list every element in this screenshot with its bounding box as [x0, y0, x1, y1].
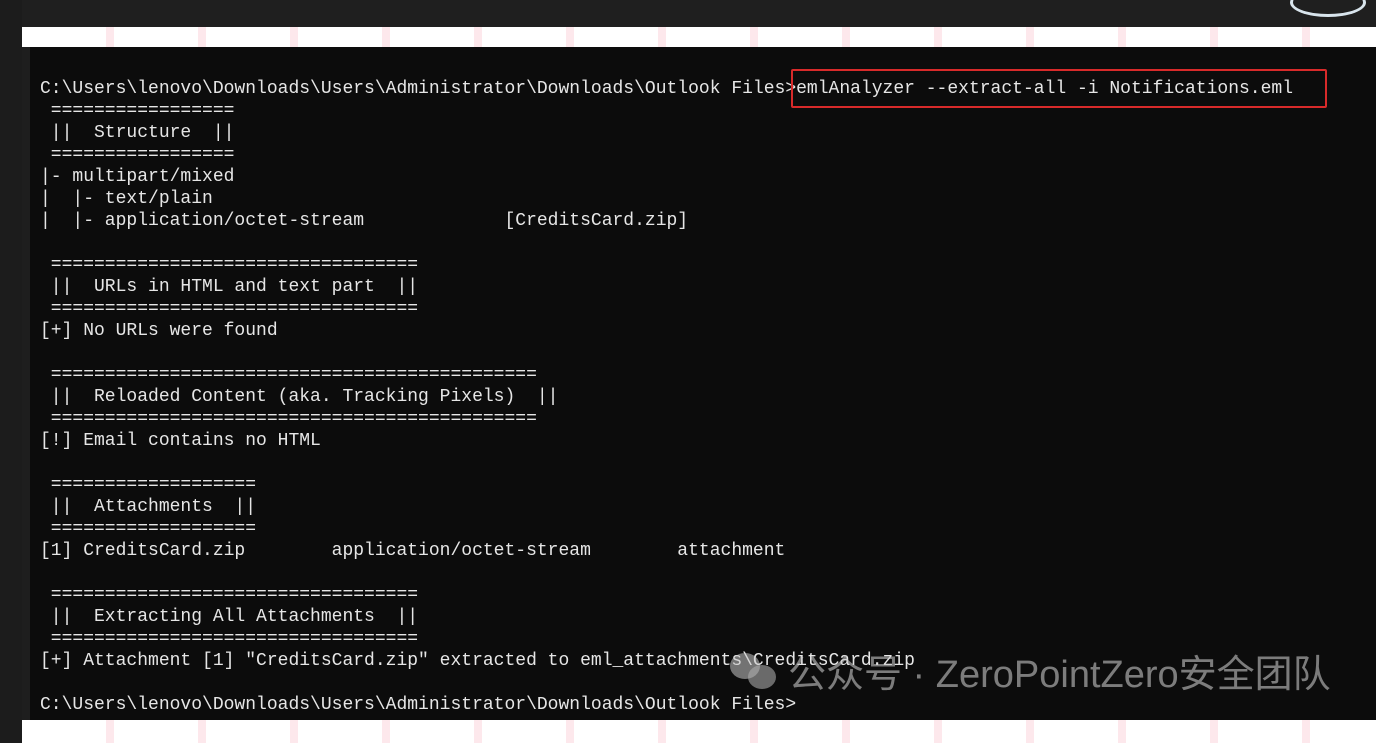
terminal-line: || Reloaded Content (aka. Tracking Pixel… — [40, 387, 559, 407]
watermark-text: 公众号 · ZeroPointZero安全团队 — [788, 654, 1331, 696]
terminal-line: ========================================… — [40, 409, 537, 429]
left-strip — [0, 0, 22, 743]
terminal-line: ========================================… — [40, 365, 537, 385]
terminal-line: [+] No URLs were found — [40, 321, 278, 341]
terminal-line: | |- text/plain — [40, 189, 213, 209]
terminal-line: ================= — [40, 145, 235, 165]
watermark: 公众号 · ZeroPointZero安全团队 — [730, 643, 1331, 698]
command-highlight-box — [791, 69, 1327, 108]
terminal-line: [1] CreditsCard.zip application/octet-st… — [40, 541, 786, 561]
page-background-bottom — [22, 720, 1376, 743]
wechat-icon — [730, 651, 780, 691]
terminal-line: || Attachments || — [40, 497, 257, 517]
terminal-output: C:\Users\lenovo\Downloads\Users\Administ… — [40, 78, 1293, 716]
terminal-line: =================== — [40, 519, 257, 539]
terminal-line: | |- application/octet-stream [CreditsCa… — [40, 211, 689, 231]
terminal-line: || URLs in HTML and text part || — [40, 277, 419, 297]
terminal-line: =================== — [40, 475, 257, 495]
top-bar — [0, 0, 1376, 27]
page-background-top — [22, 27, 1376, 47]
terminal-line: ================================== — [40, 585, 419, 605]
terminal-line: ================================== — [40, 299, 419, 319]
terminal-line: ================================== — [40, 255, 419, 275]
terminal-line: || Extracting All Attachments || — [40, 607, 419, 627]
terminal-line: || Structure || — [40, 123, 235, 143]
terminal-window[interactable]: C:\Users\lenovo\Downloads\Users\Administ… — [30, 47, 1376, 720]
terminal-line: [!] Email contains no HTML — [40, 431, 321, 451]
terminal-line: |- multipart/mixed — [40, 167, 235, 187]
